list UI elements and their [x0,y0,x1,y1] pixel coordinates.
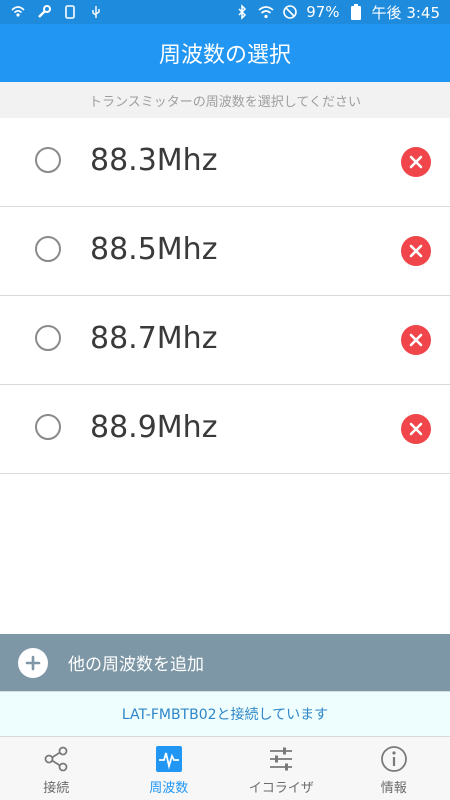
waveform-icon [154,745,184,773]
battery-icon [348,4,364,20]
nav-label-equalizer: イコライザ [248,781,314,796]
radio-button[interactable] [35,325,61,351]
app-bar: 周波数の選択 [0,24,450,82]
status-bar: 97% 午後 3:45 [0,0,450,24]
frequency-row[interactable]: 88.5Mhz [0,207,450,296]
frequency-label: 88.9Mhz [90,410,218,445]
nav-item-frequency[interactable]: 周波数 [113,737,226,800]
frequency-row[interactable]: 88.7Mhz [0,296,450,385]
delete-icon[interactable] [401,414,431,444]
delete-icon[interactable] [401,147,431,177]
delete-icon[interactable] [401,325,431,355]
nav-item-equalizer[interactable]: イコライザ [225,737,338,800]
page-title: 周波数の選択 [158,43,291,68]
radio-button[interactable] [35,236,61,262]
connection-status: LAT-FMBTB02と接続しています [0,691,450,736]
nav-item-connect[interactable]: 接続 [0,737,113,800]
wifi-calling-icon [10,4,26,20]
nav-label-connect: 接続 [43,781,70,796]
nav-item-info[interactable]: 情報 [338,737,450,800]
phone-icon [62,4,78,20]
block-icon [282,4,298,20]
share-icon [41,745,71,773]
wrench-icon [36,4,52,20]
frequency-label: 88.7Mhz [90,321,218,356]
frequency-row[interactable]: 88.3Mhz [0,118,450,207]
frequency-list: 88.3Mhz 88.5Mhz 88.7Mhz 88.9Mhz [0,118,450,474]
nav-label-info: 情報 [380,781,407,796]
bluetooth-icon [234,4,250,20]
frequency-label: 88.3Mhz [90,143,218,178]
radio-button[interactable] [35,147,61,173]
status-bar-left-icons [10,0,104,24]
wifi-icon [258,4,274,20]
instruction-text: トランスミッターの周波数を選択してください [0,82,450,118]
clock: 午後 3:45 [371,3,440,22]
info-icon [379,745,409,773]
equalizer-icon [266,745,296,773]
add-frequency-button[interactable]: 他の周波数を追加 [0,634,450,691]
frequency-row[interactable]: 88.9Mhz [0,385,450,474]
usb-icon [88,4,104,20]
add-frequency-label: 他の周波数を追加 [68,655,204,675]
nav-label-frequency: 周波数 [149,781,189,796]
battery-percent: 97% [306,3,340,21]
status-bar-right: 97% 午後 3:45 [234,0,440,24]
plus-icon [18,648,48,678]
frequency-label: 88.5Mhz [90,232,218,267]
bottom-nav: 接続 周波数 イコライザ 情報 [0,736,450,800]
radio-button[interactable] [35,414,61,440]
delete-icon[interactable] [401,236,431,266]
